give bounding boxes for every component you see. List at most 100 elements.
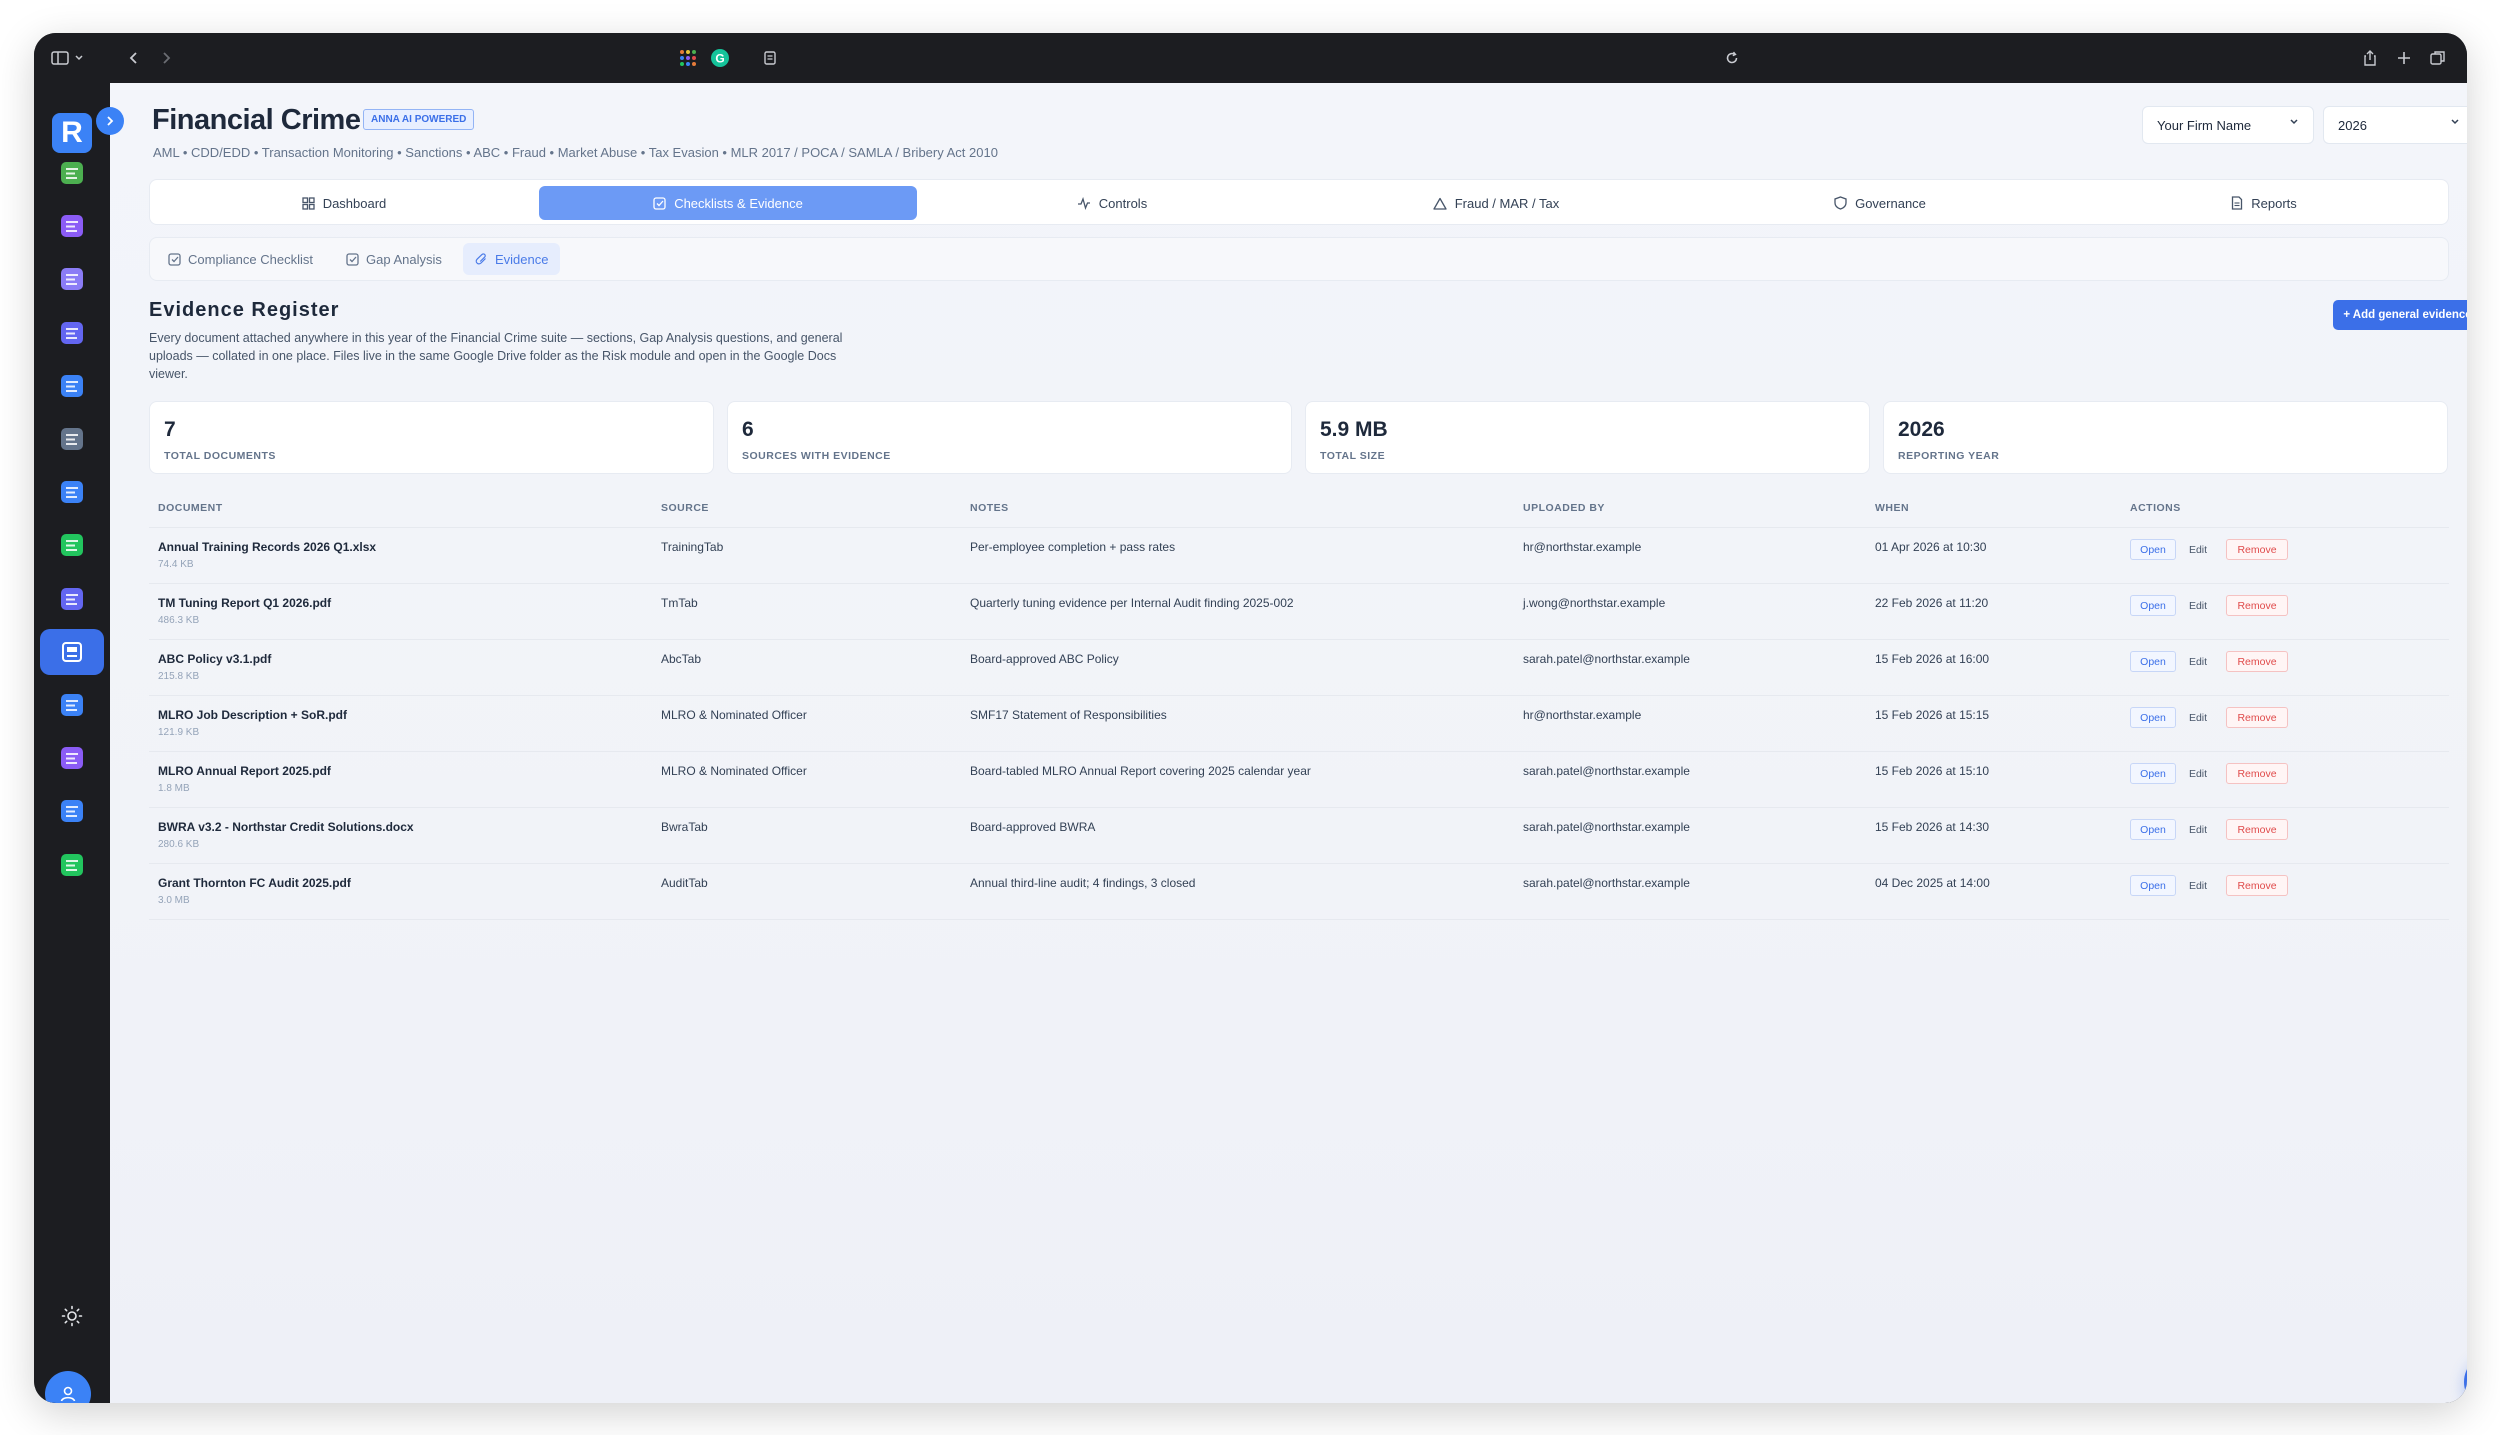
sidebar-item-3[interactable]: [40, 256, 104, 302]
sidebar-item-13[interactable]: [40, 788, 104, 834]
document-name[interactable]: Annual Training Records 2026 Q1.xlsx: [158, 540, 376, 554]
sidebar-item-11[interactable]: [40, 682, 104, 728]
tab-reports[interactable]: Reports: [2075, 186, 2453, 220]
tab-label: Fraud / MAR / Tax: [1454, 195, 1560, 211]
sidebar-item-7[interactable]: [40, 469, 104, 515]
shield-icon: [61, 321, 83, 344]
open-button[interactable]: Open: [2130, 651, 2176, 672]
sidebar-collapse-button[interactable]: [96, 107, 124, 135]
tab-governance[interactable]: Governance: [1691, 186, 2069, 220]
stat-value: 6: [742, 418, 754, 441]
open-button[interactable]: Open: [2130, 763, 2176, 784]
theme-toggle-icon[interactable]: [52, 1296, 92, 1336]
main-content: Financial Crime ANNA AI POWERED AML • CD…: [110, 83, 2467, 1403]
firm-select[interactable]: Your Firm Name: [2142, 106, 2314, 144]
document-name[interactable]: TM Tuning Report Q1 2026.pdf: [158, 596, 331, 610]
back-icon[interactable]: [122, 46, 146, 70]
apps-grid-icon[interactable]: [676, 46, 700, 70]
tabs-overview-icon[interactable]: [2426, 46, 2450, 70]
edit-button[interactable]: Edit: [2182, 595, 2214, 616]
subtab-label: Compliance Checklist: [188, 251, 313, 267]
remove-button[interactable]: Remove: [2226, 539, 2288, 560]
stat-label: TOTAL DOCUMENTS: [164, 450, 276, 462]
stat-label: TOTAL SIZE: [1320, 450, 1386, 462]
sidebar-item-6[interactable]: [40, 416, 104, 462]
sidebar-item-8[interactable]: [40, 522, 104, 568]
reload-icon[interactable]: [1720, 46, 1744, 70]
document-name[interactable]: BWRA v3.2 - Northstar Credit Solutions.d…: [158, 820, 414, 834]
remove-button[interactable]: Remove: [2226, 819, 2288, 840]
document-name[interactable]: Grant Thornton FC Audit 2025.pdf: [158, 876, 351, 890]
sidebar-item-4[interactable]: [40, 310, 104, 356]
chat-button[interactable]: [2464, 1353, 2467, 1403]
edit-button[interactable]: Edit: [2182, 707, 2214, 728]
sidebar-item-10[interactable]: [40, 628, 104, 675]
subtab-compliance-checklist[interactable]: Compliance Checklist: [156, 243, 325, 275]
edit-button[interactable]: Edit: [2182, 819, 2214, 840]
svg-text:G: G: [715, 52, 724, 66]
stat-label: REPORTING YEAR: [1898, 450, 2000, 462]
when-cell: 15 Feb 2026 at 14:30: [1875, 820, 1990, 834]
tab-dashboard[interactable]: Dashboard: [155, 186, 533, 220]
browser-window: G R Financial Crime ANNA AI POWERED AML …: [34, 33, 2467, 1403]
open-button[interactable]: Open: [2130, 539, 2176, 560]
year-select[interactable]: 2026: [2323, 106, 2467, 144]
remove-button[interactable]: Remove: [2226, 595, 2288, 616]
open-button[interactable]: Open: [2130, 875, 2176, 896]
document-name[interactable]: ABC Policy v3.1.pdf: [158, 652, 271, 666]
activity-icon: [1077, 196, 1091, 210]
sidebar-item-5[interactable]: [40, 363, 104, 409]
table-row: BWRA v3.2 - Northstar Credit Solutions.d…: [149, 808, 2449, 864]
edit-button[interactable]: Edit: [2182, 875, 2214, 896]
chart-icon: [61, 374, 83, 397]
user-avatar-button[interactable]: [45, 1371, 91, 1403]
share-icon[interactable]: [2358, 46, 2382, 70]
section-description: Every document attached anywhere in this…: [149, 331, 843, 381]
column-header-source: SOURCE: [661, 502, 709, 514]
subtab-evidence[interactable]: Evidence: [463, 243, 561, 275]
note-icon: [61, 853, 83, 876]
chevron-down-icon: [2450, 117, 2460, 130]
sub-tabs: Compliance Checklist Gap Analysis Evidence: [149, 237, 2449, 281]
add-general-evidence-button[interactable]: + Add general evidence: [2333, 300, 2467, 330]
sidebar-item-1[interactable]: [40, 150, 104, 196]
subtab-gap-analysis[interactable]: Gap Analysis: [334, 243, 454, 275]
edit-button[interactable]: Edit: [2182, 651, 2214, 672]
sidebar-item-12[interactable]: [40, 735, 104, 781]
open-button[interactable]: Open: [2130, 595, 2176, 616]
remove-button[interactable]: Remove: [2226, 763, 2288, 784]
reader-icon[interactable]: [758, 46, 782, 70]
tab-controls[interactable]: Controls: [923, 186, 1301, 220]
ai-powered-badge: ANNA AI POWERED: [363, 109, 475, 130]
tab-checklists-evidence[interactable]: Checklists & Evidence: [539, 186, 917, 220]
remove-button[interactable]: Remove: [2226, 651, 2288, 672]
people-icon: [61, 268, 83, 291]
remove-button[interactable]: Remove: [2226, 875, 2288, 896]
sidebar-item-14[interactable]: [40, 842, 104, 888]
stat-label: SOURCES WITH EVIDENCE: [742, 450, 891, 462]
grammarly-icon[interactable]: G: [708, 46, 732, 70]
uploaded-by-cell: sarah.patel@northstar.example: [1523, 820, 1690, 834]
paperclip-icon: [475, 252, 488, 266]
new-tab-icon[interactable]: [2392, 46, 2416, 70]
sidebar-toggle-icon[interactable]: [48, 46, 88, 70]
sidebar-item-2[interactable]: [40, 203, 104, 249]
table-row: Annual Training Records 2026 Q1.xlsx Trai…: [149, 528, 2449, 584]
edit-button[interactable]: Edit: [2182, 763, 2214, 784]
sidebar-item-9[interactable]: [40, 576, 104, 622]
uploaded-by-cell: hr@northstar.example: [1523, 708, 1642, 722]
file-size: 486.3 KB: [158, 615, 200, 626]
remove-button[interactable]: Remove: [2226, 707, 2288, 728]
document-name[interactable]: MLRO Job Description + SoR.pdf: [158, 708, 347, 722]
shield-check-icon: [61, 534, 83, 557]
list-icon: [61, 747, 83, 770]
app-logo[interactable]: R: [52, 113, 92, 153]
open-button[interactable]: Open: [2130, 819, 2176, 840]
forward-icon[interactable]: [154, 46, 178, 70]
tab-label: Governance: [1855, 195, 1926, 211]
uploaded-by-cell: j.wong@northstar.example: [1523, 596, 1666, 610]
open-button[interactable]: Open: [2130, 707, 2176, 728]
tab-fraud-mar-tax[interactable]: Fraud / MAR / Tax: [1307, 186, 1685, 220]
edit-button[interactable]: Edit: [2182, 539, 2214, 560]
document-name[interactable]: MLRO Annual Report 2025.pdf: [158, 764, 331, 778]
